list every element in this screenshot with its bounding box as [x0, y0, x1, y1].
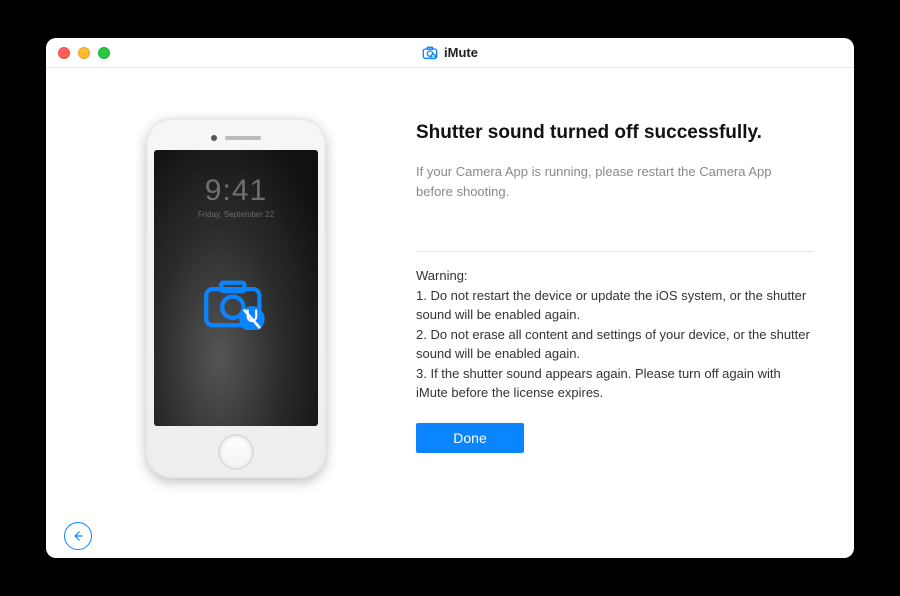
lock-screen-time: 9:41 Friday, September 22: [198, 174, 274, 219]
info-panel: Shutter sound turned off successfully. I…: [416, 108, 814, 504]
zoom-window-button[interactable]: [98, 47, 110, 59]
footer-bar: [46, 514, 854, 558]
warning-block: Warning: 1. Do not restart the device or…: [416, 266, 814, 403]
done-button[interactable]: Done: [416, 423, 524, 453]
section-divider: [416, 251, 814, 252]
warning-label: Warning:: [416, 266, 814, 286]
warning-item-1: 1. Do not restart the device or update t…: [416, 286, 814, 325]
app-title: iMute: [444, 45, 478, 60]
phone-screen: 9:41 Friday, September 22: [154, 150, 318, 426]
lock-date-value: Friday, September 22: [198, 210, 274, 219]
app-icon: [422, 45, 438, 61]
camera-mute-icon: [202, 278, 270, 335]
arrow-left-icon: [71, 529, 85, 543]
minimize-window-button[interactable]: [78, 47, 90, 59]
app-window: iMute 9:41 Friday, September 22: [46, 38, 854, 558]
titlebar: iMute: [46, 38, 854, 68]
lock-time-value: 9:41: [198, 174, 274, 208]
content-area: 9:41 Friday, September 22: [46, 68, 854, 514]
close-window-button[interactable]: [58, 47, 70, 59]
device-illustration: 9:41 Friday, September 22: [86, 108, 386, 504]
headline: Shutter sound turned off successfully.: [416, 122, 814, 144]
warning-item-3: 3. If the shutter sound appears again. P…: [416, 364, 814, 403]
phone-home-button-icon: [218, 434, 254, 470]
phone-illustration: 9:41 Friday, September 22: [146, 118, 326, 478]
phone-front-camera-icon: [211, 135, 217, 141]
sub-instruction: If your Camera App is running, please re…: [416, 162, 796, 201]
back-button[interactable]: [64, 522, 92, 550]
phone-speaker-icon: [225, 136, 261, 140]
phone-top-bezel: [211, 126, 261, 150]
window-controls: [46, 47, 110, 59]
warning-item-2: 2. Do not erase all content and settings…: [416, 325, 814, 364]
